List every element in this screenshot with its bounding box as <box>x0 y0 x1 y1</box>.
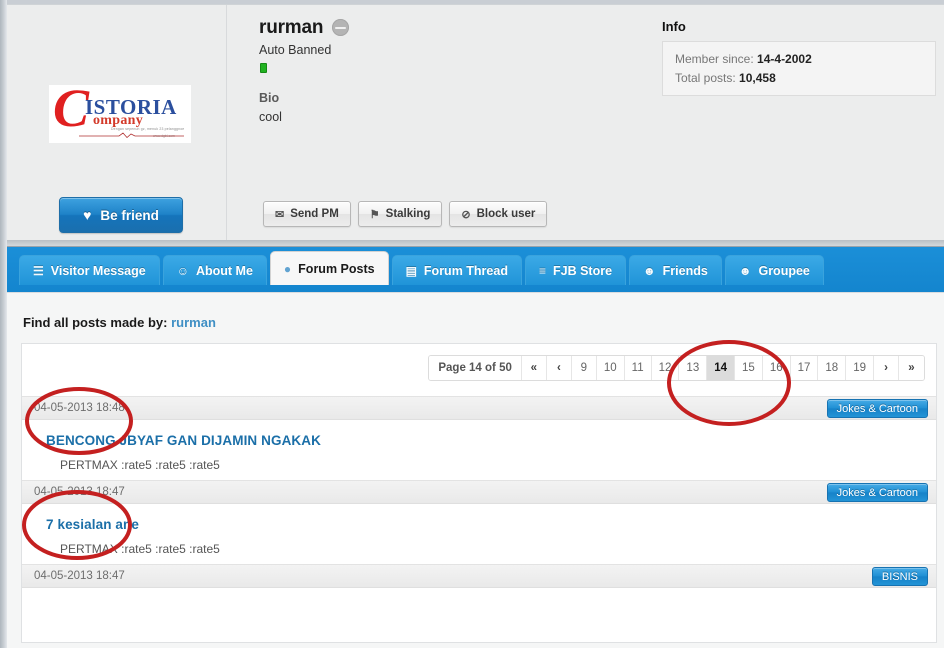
pagination-page-18[interactable]: 18 <box>818 356 846 380</box>
online-status-indicator <box>260 63 267 73</box>
pagination-last-button[interactable]: » <box>899 356 924 380</box>
logo-ecg-line <box>79 132 184 138</box>
total-posts-value: 10,458 <box>739 71 776 85</box>
bio-label: Bio <box>259 91 279 105</box>
speech-bubble-icon: ● <box>284 262 291 276</box>
post-header: 04-05-2013 18:48 Jokes & Cartoon <box>22 396 936 420</box>
pagination-page-17[interactable]: 17 <box>791 356 819 380</box>
note-icon: ☰ <box>33 264 44 278</box>
post-row: 04-05-2013 18:48 Jokes & Cartoon BENCONG J… <box>22 396 936 486</box>
forum-badge[interactable]: Jokes & Cartoon <box>827 483 928 502</box>
stalking-label: Stalking <box>386 208 431 220</box>
user-title: Auto Banned <box>259 43 331 57</box>
post-body: BENCONG JBYAF GAN DIJAMIN NGAKAK PERTMAX … <box>22 420 936 486</box>
tab-label: Visitor Message <box>51 264 146 278</box>
post-header: 04-05-2013 18:47 BISNIS <box>22 564 936 588</box>
post-title-link[interactable]: 7 kesialan ane <box>46 517 139 532</box>
avatar-column: C ISTORIA ompany Dengan sepenuh gz, menu… <box>7 5 227 241</box>
window-left-edge <box>0 0 7 648</box>
post-header: 04-05-2013 18:47 Jokes & Cartoon <box>22 480 936 504</box>
forum-posts-panel: Find all posts made by: rurman Page 14 o… <box>7 292 944 648</box>
tab-label: About Me <box>196 264 253 278</box>
total-posts-label: Total posts: <box>675 71 736 85</box>
pagination-next-button[interactable]: › <box>874 356 899 380</box>
tab-forum-thread[interactable]: ▤ Forum Thread <box>392 255 522 285</box>
post-row: 04-05-2013 18:47 Jokes & Cartoon 7 kesiala… <box>22 480 936 570</box>
pagination-first-button[interactable]: « <box>522 356 547 380</box>
find-posts-prefix: Find all posts made by: <box>23 315 167 330</box>
tab-bar: ☰ Visitor Message ☺ About Me ● Forum Posts ▤ Fo… <box>7 246 944 292</box>
find-posts-heading: Find all posts made by: rurman <box>23 315 216 330</box>
tab-label: Forum Thread <box>424 264 508 278</box>
tab-visitor-message[interactable]: ☰ Visitor Message <box>19 255 160 285</box>
post-date: 04-05-2013 18:47 <box>34 570 125 582</box>
member-since-row: Member since: 14-4-2002 <box>675 52 812 66</box>
neutral-face-icon <box>332 19 349 36</box>
pagination-page-9[interactable]: 9 <box>572 356 597 380</box>
send-pm-label: Send PM <box>290 208 339 220</box>
stalking-button[interactable]: ⚑ Stalking <box>358 201 443 227</box>
posts-container: Page 14 of 50«‹910111213141516171819›» 0… <box>21 343 937 643</box>
pagination-page-12[interactable]: 12 <box>652 356 680 380</box>
logo-tagline: Dengan sepenuh gz, menuk 23 pelanggnoe <box>111 127 184 131</box>
pagination-page-15[interactable]: 15 <box>735 356 763 380</box>
pagination-page-19[interactable]: 19 <box>846 356 874 380</box>
profile-action-buttons: ✉ Send PM ⚑ Stalking ⊘ Block user <box>263 201 547 227</box>
heart-icon: ♥ <box>83 208 91 222</box>
pagination-page-label: Page 14 of 50 <box>429 356 522 380</box>
post-date: 04-05-2013 18:47 <box>34 486 125 498</box>
tab-label: Groupee <box>758 264 809 278</box>
page-root: C ISTORIA ompany Dengan sepenuh gz, menu… <box>0 0 944 648</box>
tab-groupee[interactable]: ☻ Groupee <box>725 255 824 285</box>
post-snippet: PERTMAX :rate5 :rate5 :rate5 <box>60 458 936 472</box>
person-icon: ☺ <box>177 264 189 278</box>
tab-friends[interactable]: ☻ Friends <box>629 255 722 285</box>
person-icon: ☻ <box>643 264 656 278</box>
bio-text: cool <box>259 110 282 124</box>
tab-label: Forum Posts <box>298 262 374 276</box>
cart-icon: ≡ <box>539 264 546 278</box>
avatar-logo: C ISTORIA ompany Dengan sepenuh gz, menu… <box>49 85 191 143</box>
send-pm-button[interactable]: ✉ Send PM <box>263 201 351 227</box>
pagination-page-13[interactable]: 13 <box>679 356 707 380</box>
forum-badge[interactable]: BISNIS <box>872 567 928 586</box>
calendar-icon: ▤ <box>406 264 417 278</box>
post-date: 04-05-2013 18:48 <box>34 402 125 414</box>
group-icon: ☻ <box>739 264 752 278</box>
tab-list: ☰ Visitor Message ☺ About Me ● Forum Posts ▤ Fo… <box>19 255 824 285</box>
profile-header: C ISTORIA ompany Dengan sepenuh gz, menu… <box>7 4 944 240</box>
total-posts-row: Total posts: 10,458 <box>675 71 776 85</box>
pagination-page-16[interactable]: 16 <box>763 356 791 380</box>
pagination-page-11[interactable]: 11 <box>625 356 652 380</box>
pagination-page-14[interactable]: 14 <box>707 356 735 380</box>
logo-letter-c: C <box>53 85 89 135</box>
member-since-label: Member since: <box>675 52 754 66</box>
tab-label: FJB Store <box>553 264 612 278</box>
block-user-button[interactable]: ⊘ Block user <box>449 201 547 227</box>
pagination: Page 14 of 50«‹910111213141516171819›» <box>428 355 925 381</box>
info-title: Info <box>662 19 686 34</box>
block-user-label: Block user <box>477 208 536 220</box>
forum-badge[interactable]: Jokes & Cartoon <box>827 399 928 418</box>
be-friend-button[interactable]: ♥ Be friend <box>59 197 183 233</box>
tab-forum-posts[interactable]: ● Forum Posts <box>270 251 389 285</box>
post-snippet: PERTMAX :rate5 :rate5 :rate5 <box>60 542 936 556</box>
tab-about-me[interactable]: ☺ About Me <box>163 255 267 285</box>
post-body: 7 kesialan ane PERTMAX :rate5 :rate5 :rat… <box>22 504 936 570</box>
find-posts-username-link[interactable]: rurman <box>171 315 216 330</box>
tab-label: Friends <box>663 264 708 278</box>
post-title-link[interactable]: BENCONG JBYAF GAN DIJAMIN NGAKAK <box>46 433 321 448</box>
info-box: Member since: 14-4-2002 Total posts: 10,… <box>662 41 936 96</box>
be-friend-label: Be friend <box>100 208 159 223</box>
envelope-icon: ✉ <box>275 208 284 221</box>
info-panel: Info Member since: 14-4-2002 Total posts… <box>655 5 944 241</box>
pagination-prev-button[interactable]: ‹ <box>547 356 572 380</box>
tab-fjb-store[interactable]: ≡ FJB Store <box>525 255 626 285</box>
post-row: 04-05-2013 18:47 BISNIS <box>22 564 936 588</box>
block-icon: ⊘ <box>461 208 470 221</box>
username: rurman <box>259 17 323 39</box>
flag-icon: ⚑ <box>370 208 380 221</box>
pagination-page-10[interactable]: 10 <box>597 356 625 380</box>
member-since-value: 14-4-2002 <box>757 52 812 66</box>
